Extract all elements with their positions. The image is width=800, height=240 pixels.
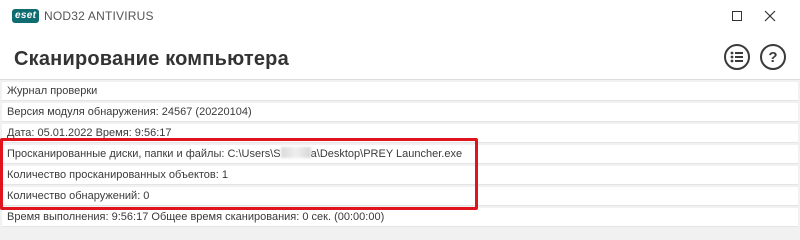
log-row-title: Журнал проверки	[2, 82, 798, 101]
help-icon: ?	[768, 48, 778, 66]
log-row-date-time: Дата: 05.01.2022 Время: 9:56:17	[2, 124, 798, 143]
log-row-scanned-targets: Просканированные диски, папки и файлы: C…	[2, 145, 798, 164]
scanned-path-suffix: a\Desktop\PREY Launcher.exe	[310, 148, 463, 160]
title-bar: eset NOD32 ANTIVIRUS	[0, 0, 800, 32]
log-row-detections: Количество обнаружений: 0	[2, 187, 798, 206]
redacted-username	[280, 147, 311, 158]
close-icon	[764, 10, 776, 22]
eset-logo: eset	[12, 9, 40, 23]
scanned-path-prefix: Просканированные диски, папки и файлы: C…	[7, 148, 281, 160]
list-icon	[730, 51, 743, 63]
close-button[interactable]	[756, 4, 784, 28]
log-row-duration: Время выполнения: 9:56:17 Общее время ск…	[2, 208, 798, 227]
maximize-icon	[732, 11, 742, 21]
page-title: Сканирование компьютера	[14, 48, 289, 70]
product-name: NOD32 ANTIVIRUS	[44, 9, 154, 23]
help-button[interactable]: ?	[760, 44, 786, 70]
maximize-button[interactable]	[723, 4, 751, 28]
scan-log: Журнал проверки Версия модуля обнаружени…	[0, 79, 800, 240]
eset-window: eset NOD32 ANTIVIRUS Сканирование компью…	[0, 0, 800, 240]
list-menu-button[interactable]	[724, 44, 750, 70]
log-row-module-version: Версия модуля обнаружения: 24567 (202201…	[2, 103, 798, 122]
log-row-scanned-count: Количество просканированных объектов: 1	[2, 166, 798, 185]
